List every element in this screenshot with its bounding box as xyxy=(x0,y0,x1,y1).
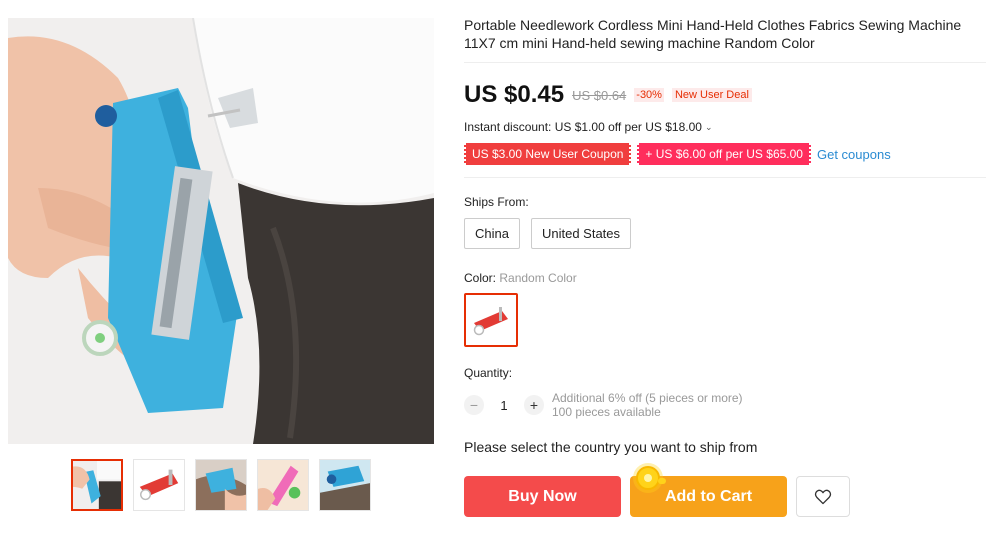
thumbnail-strip xyxy=(71,459,371,511)
decrease-quantity-button[interactable]: − xyxy=(464,395,484,415)
current-price: US $0.45 xyxy=(464,81,565,108)
color-selected-value: Random Color xyxy=(499,271,577,285)
thumbnail-5[interactable] xyxy=(319,459,371,511)
add-to-cart-button[interactable]: Add to Cart xyxy=(630,466,787,517)
color-swatch-random[interactable] xyxy=(464,293,518,347)
wishlist-button[interactable] xyxy=(796,476,850,517)
coin-tail xyxy=(658,478,666,484)
thumbnail-image xyxy=(73,461,121,509)
swatch-image xyxy=(468,297,514,343)
ships-from-options: China United States xyxy=(464,218,986,249)
instant-discount[interactable]: Instant discount: US $1.00 off per US $1… xyxy=(464,120,986,134)
store-coupon[interactable]: + US $6.00 off per US $65.00 xyxy=(637,143,811,165)
thumbnail-image xyxy=(258,460,308,510)
new-user-deal-badge: New User Deal xyxy=(671,88,752,102)
thumbnail-2[interactable] xyxy=(133,459,185,511)
color-label: Color: Random Color xyxy=(464,271,986,285)
divider xyxy=(464,62,986,63)
thumbnail-image xyxy=(320,460,370,510)
thumbnail-4[interactable] xyxy=(257,459,309,511)
thumbnail-image xyxy=(134,460,184,510)
discount-badge: -30% xyxy=(634,88,664,102)
price-row: US $0.45 US $0.64 -30% New User Deal xyxy=(464,81,986,108)
action-buttons: Buy Now Add to Cart xyxy=(464,466,986,517)
thumbnail-image xyxy=(196,460,246,510)
bulk-discount-note: Additional 6% off (5 pieces or more) xyxy=(552,391,743,405)
product-title: Portable Needlework Cordless Mini Hand-H… xyxy=(464,17,962,51)
new-user-coupon[interactable]: US $3.00 New User Coupon xyxy=(464,143,632,165)
increase-quantity-button[interactable]: + xyxy=(524,395,544,415)
instant-discount-text: Instant discount: US $1.00 off per US $1… xyxy=(464,120,702,134)
add-to-cart-label: Add to Cart xyxy=(664,488,753,505)
color-label-text: Color: xyxy=(464,271,497,285)
quantity-note: Additional 6% off (5 pieces or more) 100… xyxy=(552,391,743,419)
sewing-machine-photo xyxy=(8,18,434,444)
ship-from-united-states[interactable]: United States xyxy=(530,218,632,249)
heart-icon xyxy=(814,489,832,504)
coin-icon xyxy=(636,466,660,490)
ship-country-prompt: Please select the country you want to sh… xyxy=(464,439,758,455)
thumbnail-1[interactable] xyxy=(71,459,123,511)
get-coupons-link[interactable]: Get coupons xyxy=(817,147,891,162)
quantity-label: Quantity: xyxy=(464,366,513,380)
buy-now-button[interactable]: Buy Now xyxy=(464,476,621,517)
main-product-image[interactable] xyxy=(8,18,434,444)
ships-from-label: Ships From: xyxy=(464,195,529,209)
product-info-panel: Portable Needlework Cordless Mini Hand-H… xyxy=(464,16,986,517)
stock-available: 100 pieces available xyxy=(552,405,661,419)
divider xyxy=(464,177,986,178)
thumbnail-3[interactable] xyxy=(195,459,247,511)
ship-from-china[interactable]: China xyxy=(464,218,520,249)
coupon-row: US $3.00 New User Coupon + US $6.00 off … xyxy=(464,143,986,165)
original-price: US $0.64 xyxy=(572,87,627,103)
chevron-down-icon: ⌄ xyxy=(704,121,713,132)
quantity-stepper: − 1 + Additional 6% off (5 pieces or mor… xyxy=(464,391,986,419)
quantity-value[interactable]: 1 xyxy=(484,398,524,413)
